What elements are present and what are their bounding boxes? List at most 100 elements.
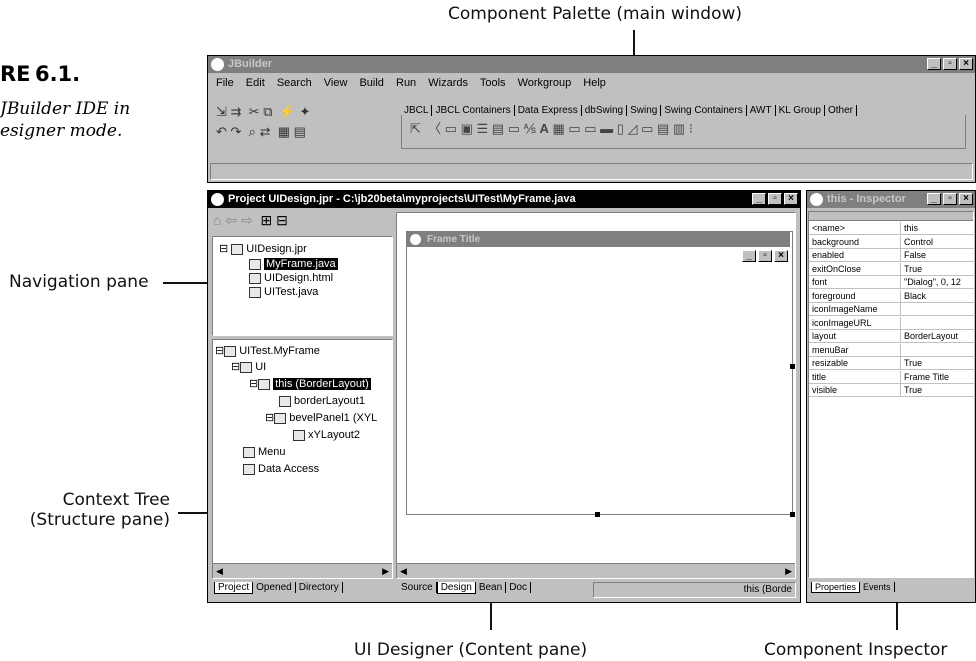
debug-icon[interactable]: ✦: [300, 104, 311, 119]
menu-help[interactable]: Help: [583, 77, 606, 89]
tree-item[interactable]: Data Access: [243, 463, 319, 476]
property-row[interactable]: title Frame Title: [809, 370, 974, 384]
tab-doc[interactable]: Doc: [506, 582, 531, 593]
property-value[interactable]: True: [900, 262, 974, 275]
scroll-left-icon[interactable]: ◀: [216, 564, 223, 578]
minimize-button[interactable]: _: [927, 193, 941, 205]
menu-wizards[interactable]: Wizards: [428, 77, 468, 89]
property-value[interactable]: [900, 343, 974, 356]
list-item[interactable]: UIDesign.html: [249, 272, 333, 285]
tree-item[interactable]: ⊟ UITest.MyFrame: [215, 345, 320, 358]
tab-design[interactable]: Design: [436, 582, 476, 594]
tab-opened[interactable]: Opened: [253, 582, 296, 593]
save-icon[interactable]: ⇉: [231, 104, 242, 119]
list-item[interactable]: MyFrame.java: [249, 258, 338, 271]
property-value[interactable]: Frame Title: [900, 370, 974, 383]
property-value[interactable]: True: [900, 357, 974, 369]
forward-icon[interactable]: ⇨: [241, 212, 253, 228]
property-row[interactable]: iconImageURL: [809, 316, 974, 330]
tree-item[interactable]: ⊟ bevelPanel1 (XYL: [265, 412, 377, 425]
tab-source[interactable]: Source: [398, 582, 437, 593]
close-button[interactable]: ×: [959, 58, 973, 70]
maximize-button[interactable]: ▫: [768, 193, 782, 205]
scroll-right-icon[interactable]: ▶: [785, 564, 792, 578]
property-row[interactable]: visible True: [809, 384, 974, 397]
copy-icon[interactable]: ⧉: [263, 104, 272, 119]
run-icon[interactable]: ⚡: [280, 104, 296, 119]
binary2-icon[interactable]: ▤: [294, 124, 306, 139]
property-row[interactable]: <name> this: [809, 222, 974, 235]
add-file-icon[interactable]: ⊞: [261, 212, 273, 228]
property-value[interactable]: this: [900, 222, 974, 234]
property-row[interactable]: layout BorderLayout: [809, 330, 974, 343]
property-value[interactable]: False: [900, 249, 974, 261]
property-value[interactable]: True: [900, 384, 974, 396]
tab-bean[interactable]: Bean: [475, 582, 507, 593]
list-item[interactable]: ⊟ UIDesign.jpr: [219, 243, 307, 256]
design-frame[interactable]: Frame Title _ ▫ ×: [406, 231, 795, 517]
property-row[interactable]: background Control: [809, 235, 974, 249]
callout-component-inspector: Component Inspector: [764, 640, 948, 660]
menu-view[interactable]: View: [324, 77, 348, 89]
menu-search[interactable]: Search: [277, 77, 312, 89]
resize-handle[interactable]: [790, 512, 795, 517]
property-row[interactable]: menuBar: [809, 343, 974, 357]
menu-tools[interactable]: Tools: [480, 77, 506, 89]
tree-item[interactable]: ⊟ this (BorderLayout): [249, 378, 371, 391]
property-value[interactable]: [900, 316, 974, 329]
list-item[interactable]: UITest.java: [249, 286, 318, 299]
close-button[interactable]: ×: [784, 193, 798, 205]
tab-project[interactable]: Project: [214, 582, 254, 594]
maximize-button[interactable]: ▫: [943, 58, 957, 70]
tab-directory[interactable]: Directory: [295, 582, 343, 593]
menu-workgroup[interactable]: Workgroup: [518, 77, 572, 89]
close-button[interactable]: ×: [774, 250, 788, 262]
cut-icon[interactable]: ✂: [249, 104, 260, 119]
minimize-button[interactable]: _: [752, 193, 766, 205]
resize-handle[interactable]: [595, 512, 600, 517]
resize-handle[interactable]: [790, 364, 795, 369]
remove-file-icon[interactable]: ⊟: [276, 212, 288, 228]
scroll-right-icon[interactable]: ▶: [382, 564, 389, 578]
undo-icon[interactable]: ↶: [216, 124, 227, 139]
maximize-button[interactable]: ▫: [758, 250, 772, 262]
home-icon[interactable]: ⌂: [213, 212, 221, 228]
replace-icon[interactable]: ⇄: [260, 124, 271, 139]
pointer-icon[interactable]: ⇱: [410, 121, 421, 136]
tree-item[interactable]: xYLayout2: [293, 429, 360, 442]
property-row[interactable]: foreground Black: [809, 289, 974, 303]
menu-build[interactable]: Build: [359, 77, 383, 89]
menu-edit[interactable]: Edit: [246, 77, 265, 89]
tree-item[interactable]: Menu: [243, 446, 286, 459]
maximize-button[interactable]: ▫: [943, 193, 957, 205]
close-button[interactable]: ×: [959, 193, 973, 205]
property-value[interactable]: BorderLayout: [900, 330, 974, 342]
tree-item[interactable]: ⊟ UI: [231, 361, 266, 374]
binary-icon[interactable]: ▦: [278, 124, 290, 139]
property-row[interactable]: resizable True: [809, 357, 974, 370]
property-value[interactable]: Control: [900, 235, 974, 248]
menu-file[interactable]: File: [216, 77, 234, 89]
tab-events[interactable]: Events: [860, 582, 895, 592]
horizontal-scrollbar[interactable]: ◀ ▶: [397, 563, 795, 578]
scroll-left-icon[interactable]: ◀: [400, 564, 407, 578]
find-icon[interactable]: ⌕: [249, 124, 256, 139]
property-row[interactable]: font "Dialog", 0, 12: [809, 276, 974, 289]
property-value[interactable]: "Dialog", 0, 12: [900, 276, 974, 288]
collapse-icon[interactable]: ⊟: [219, 243, 228, 255]
property-row[interactable]: enabled False: [809, 249, 974, 262]
minimize-button[interactable]: _: [742, 250, 756, 262]
property-value[interactable]: Black: [900, 289, 974, 302]
property-row[interactable]: iconImageName: [809, 303, 974, 316]
horizontal-scrollbar[interactable]: ◀ ▶: [213, 563, 392, 578]
property-row[interactable]: exitOnClose True: [809, 262, 974, 276]
open-icon[interactable]: ⇲: [216, 104, 227, 119]
label-icon[interactable]: A: [539, 121, 548, 136]
redo-icon[interactable]: ↷: [231, 124, 242, 139]
minimize-button[interactable]: _: [927, 58, 941, 70]
menu-run[interactable]: Run: [396, 77, 416, 89]
property-value[interactable]: [900, 303, 974, 315]
back-icon[interactable]: ⇦: [225, 212, 237, 228]
tree-item[interactable]: borderLayout1: [279, 395, 365, 408]
tab-properties[interactable]: Properties: [811, 582, 861, 593]
